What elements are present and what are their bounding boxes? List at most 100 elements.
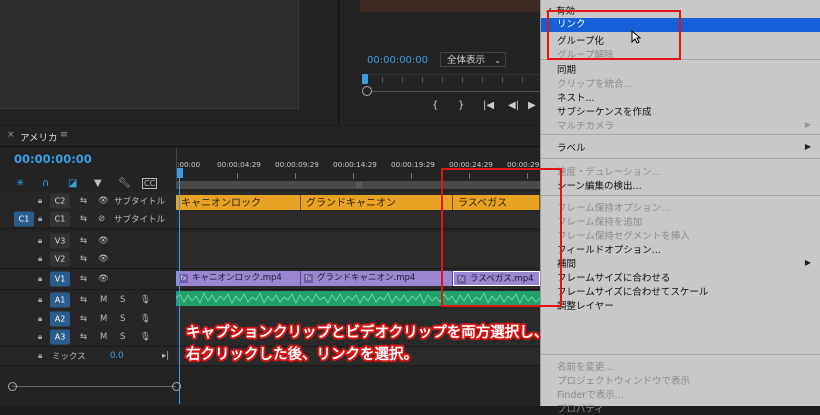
menu-item-scale-to-frame-size[interactable]: フレームサイズに合わせてスケール bbox=[557, 284, 708, 298]
track-label[interactable]: A3 bbox=[50, 329, 70, 345]
lock-icon[interactable]: 🔒︎ bbox=[38, 254, 42, 264]
lock-icon[interactable]: 🔒︎ bbox=[38, 196, 42, 206]
playhead[interactable] bbox=[177, 168, 183, 178]
program-ruler[interactable] bbox=[362, 74, 540, 87]
menu-item-properties[interactable]: プロパティ bbox=[557, 401, 604, 415]
track-label[interactable]: V2 bbox=[50, 251, 70, 267]
lock-icon[interactable]: 🔒︎ bbox=[38, 295, 42, 305]
menu-item-reveal-in-finder[interactable]: Finderで表示... bbox=[557, 387, 624, 401]
menu-item-label[interactable]: ラベル bbox=[557, 140, 586, 154]
mark-out-icon[interactable]: } bbox=[458, 100, 464, 111]
menu-item-rename[interactable]: 名前を変更... bbox=[557, 359, 614, 373]
scroll-start-handle-icon[interactable] bbox=[8, 382, 17, 391]
mute-button[interactable]: M bbox=[100, 295, 107, 305]
timeline-scrollbar[interactable] bbox=[12, 386, 176, 387]
track-label[interactable]: C1 bbox=[50, 211, 70, 227]
track-header: 🔒︎ ミックス 0.0 ▸| bbox=[0, 347, 176, 366]
menu-item-multi-camera[interactable]: マルチカメラ bbox=[557, 118, 614, 132]
program-timecode[interactable]: 00:00:00:00 bbox=[367, 55, 428, 66]
zoom-scrollbar[interactable] bbox=[372, 91, 540, 92]
sequence-tab[interactable]: アメリカ bbox=[20, 130, 58, 144]
sync-lock-icon[interactable]: ⇆ bbox=[80, 236, 87, 246]
track-label[interactable]: A2 bbox=[50, 311, 70, 327]
fx-badge-icon: fx bbox=[304, 274, 313, 283]
step-back-icon[interactable]: ◀| bbox=[508, 100, 519, 111]
highlight-box-clips bbox=[441, 168, 562, 307]
nest-icon[interactable]: ✳ bbox=[16, 178, 24, 189]
menu-item-nest[interactable]: ネスト... bbox=[557, 90, 595, 104]
ruler-label: 00:00:19:29 bbox=[391, 160, 435, 169]
video-clip[interactable]: fx キャニオンロック.mp4 bbox=[176, 271, 301, 286]
sync-lock-icon[interactable]: ⇆ bbox=[80, 332, 87, 342]
lock-icon[interactable]: 🔒︎ bbox=[38, 332, 42, 342]
sync-lock-icon[interactable]: ⇆ bbox=[80, 314, 87, 324]
lock-icon[interactable]: 🔒︎ bbox=[38, 274, 42, 284]
track-label[interactable]: V1 bbox=[50, 271, 70, 287]
microphone-icon[interactable]: 🎙︎ bbox=[140, 295, 151, 305]
captions-icon[interactable]: CC bbox=[142, 178, 158, 189]
mute-button[interactable]: M bbox=[100, 314, 107, 324]
track-label[interactable]: V3 bbox=[50, 233, 70, 249]
go-to-end-icon[interactable]: ▸| bbox=[162, 351, 169, 361]
lock-icon[interactable]: 🔒︎ bbox=[38, 214, 42, 224]
eye-icon[interactable]: 👁︎ bbox=[98, 254, 109, 264]
sync-lock-icon[interactable]: ⇆ bbox=[80, 214, 87, 224]
menu-item-make-subsequence[interactable]: サブシーケンスを作成 bbox=[557, 104, 652, 118]
menu-item-synchronize[interactable]: 同期 bbox=[557, 62, 576, 76]
panel-menu-icon[interactable]: ≡ bbox=[60, 129, 68, 140]
go-to-in-icon[interactable]: |◀ bbox=[483, 100, 494, 111]
zoom-handle-icon[interactable] bbox=[362, 86, 372, 96]
lock-icon[interactable]: 🔒︎ bbox=[38, 236, 42, 246]
lock-icon[interactable]: 🔒︎ bbox=[38, 351, 42, 361]
snap-magnet-icon[interactable]: ∩ bbox=[42, 178, 49, 189]
close-icon[interactable]: × bbox=[7, 130, 15, 140]
scroll-end-handle-icon[interactable] bbox=[172, 382, 181, 391]
solo-button[interactable]: S bbox=[120, 332, 125, 342]
video-clip[interactable]: fx グランドキャニオン.mp4 bbox=[301, 271, 453, 286]
menu-item-merge-clips[interactable]: クリップを統合... bbox=[557, 76, 633, 90]
microphone-icon[interactable]: 🎙︎ bbox=[140, 332, 151, 342]
timeline-toolbar: ✳ ∩ ◪ ▼ 🔧︎ CC bbox=[14, 178, 174, 192]
menu-item-speed-duration[interactable]: 速度・デュレーション... bbox=[557, 164, 661, 178]
menu-item-adjustment-layer[interactable]: 調整レイヤー bbox=[557, 298, 614, 312]
menu-item-set-to-frame-size[interactable]: フレームサイズに合わせる bbox=[557, 270, 670, 284]
sync-lock-icon[interactable]: ⇆ bbox=[80, 274, 87, 284]
eye-off-icon[interactable]: ⊘ bbox=[98, 214, 105, 224]
lock-icon[interactable]: 🔒︎ bbox=[38, 314, 42, 324]
linked-selection-icon[interactable]: ◪ bbox=[68, 178, 77, 189]
eye-icon[interactable]: 👁︎ bbox=[98, 274, 109, 284]
track-label[interactable]: A1 bbox=[50, 292, 70, 308]
microphone-icon[interactable]: 🎙︎ bbox=[140, 314, 151, 324]
eye-icon[interactable]: 👁︎ bbox=[98, 236, 109, 246]
sync-lock-icon[interactable]: ⇆ bbox=[80, 295, 87, 305]
menu-item-scene-edit-detection[interactable]: シーン編集の検出... bbox=[557, 178, 642, 192]
chevron-down-icon: ⌄ bbox=[494, 56, 501, 65]
mute-button[interactable]: M bbox=[100, 332, 107, 342]
menu-item-insert-frame-hold-segment[interactable]: フレーム保持セグメントを挿入 bbox=[557, 228, 690, 242]
menu-item-add-frame-hold[interactable]: フレーム保持を追加 bbox=[557, 214, 642, 228]
source-patch[interactable]: C1 bbox=[14, 211, 34, 227]
track-label[interactable]: C2 bbox=[50, 193, 70, 209]
track-header: 🔒︎ V2 ⇆ 👁︎ bbox=[0, 250, 176, 269]
eye-icon[interactable]: 👁︎ bbox=[98, 196, 109, 206]
ruler-label: 00:00:04:29 bbox=[217, 160, 261, 169]
program-playhead[interactable] bbox=[362, 74, 368, 84]
zoom-fit-select[interactable]: 全体表示 ⌄ bbox=[440, 52, 506, 67]
menu-item-frame-hold-options[interactable]: フレーム保持オプション... bbox=[557, 200, 670, 214]
sync-lock-icon[interactable]: ⇆ bbox=[80, 254, 87, 264]
mix-volume[interactable]: 0.0 bbox=[110, 351, 124, 361]
timeline-timecode[interactable]: 00:00:00:00 bbox=[14, 152, 92, 166]
menu-divider bbox=[541, 354, 820, 355]
solo-button[interactable]: S bbox=[120, 295, 125, 305]
wrench-icon[interactable]: 🔧︎ bbox=[118, 178, 131, 189]
marker-icon[interactable]: ▼ bbox=[94, 178, 102, 189]
solo-button[interactable]: S bbox=[120, 314, 125, 324]
play-icon[interactable]: ▶ bbox=[528, 100, 536, 111]
menu-item-field-options[interactable]: フィールドオプション... bbox=[557, 242, 661, 256]
mark-in-icon[interactable]: { bbox=[432, 100, 438, 111]
track-name: サブタイトル bbox=[114, 197, 166, 207]
grip-icon[interactable]: ||| bbox=[356, 182, 362, 189]
sync-lock-icon[interactable]: ⇆ bbox=[80, 196, 87, 206]
ruler-label: 00:00:09:29 bbox=[275, 160, 319, 169]
menu-item-reveal-in-project[interactable]: プロジェクトウィンドウで表示 bbox=[557, 373, 690, 387]
